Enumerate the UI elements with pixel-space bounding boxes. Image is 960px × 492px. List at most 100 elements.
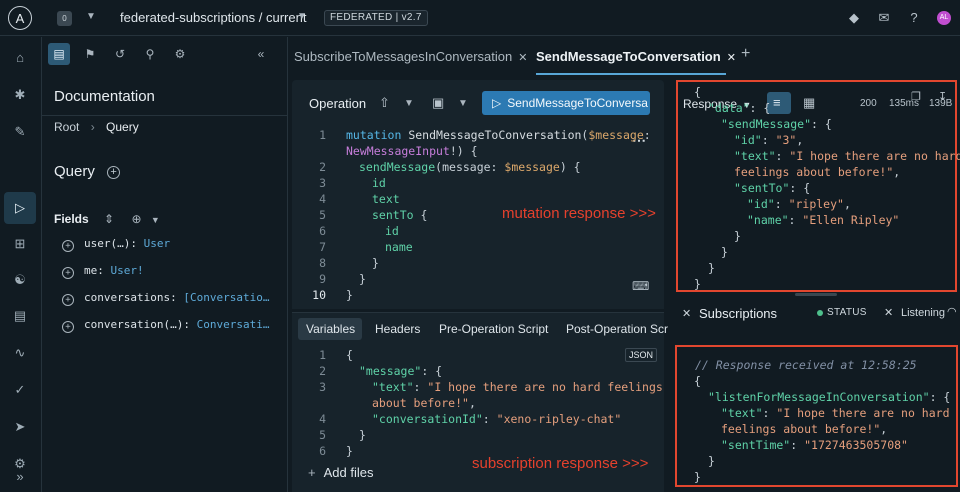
field-type[interactable]: User (144, 237, 171, 250)
close-icon[interactable]: ✕ (884, 306, 893, 319)
apollo-logo-icon[interactable]: A (8, 6, 32, 30)
add-field-icon[interactable]: + (62, 267, 74, 279)
history-icon[interactable]: ↺ (109, 43, 131, 65)
field-row[interactable]: + conversation(…): Conversati… (62, 318, 269, 333)
checks-icon[interactable]: ✓ (9, 379, 31, 401)
field-row[interactable]: + me: User! (62, 264, 144, 279)
add-circle-icon[interactable]: + (107, 166, 121, 179)
panel-resize-handle[interactable] (795, 293, 837, 296)
launches-icon[interactable]: ➤ (9, 416, 31, 438)
listening-label: Listening (901, 307, 946, 319)
breadcrumb-root[interactable]: Root (54, 120, 79, 134)
close-icon[interactable]: ✕ (727, 52, 736, 64)
chevron-down-icon[interactable]: ▼ (86, 11, 96, 22)
subscription-response-annotation: subscription response >>> (472, 455, 649, 472)
json-badge[interactable]: JSON (625, 348, 658, 362)
add-field-icon[interactable]: + (62, 321, 74, 333)
field-type[interactable]: Conversati… (197, 318, 270, 331)
add-files-button[interactable]: + Add files (308, 465, 373, 480)
tab-subscribe[interactable]: SubscribeToMessagesInConversation ✕ (294, 49, 527, 64)
tab-post-operation-script[interactable]: Post-Operation Scr (566, 322, 668, 336)
sort-icon[interactable]: ⇕ (104, 212, 114, 226)
code-line: feelings about before!", (721, 422, 888, 436)
type-title-text: Query (54, 163, 95, 180)
status-label: STATUS (827, 307, 867, 318)
plus-icon: + (308, 465, 316, 480)
code-line: 2 sendMessage(message: $message) { (319, 160, 581, 174)
add-field-icon[interactable]: + (62, 294, 74, 306)
chevron-down-icon[interactable]: ▼ (458, 98, 468, 109)
layers-icon[interactable]: ◆ (846, 10, 862, 26)
metrics-icon[interactable]: ∿ (9, 342, 31, 364)
field-row[interactable]: + conversations: [Conversatio… (62, 291, 269, 306)
close-icon[interactable]: ✕ (682, 307, 691, 320)
code-line: "listenForMessageInConversation": { (708, 390, 951, 404)
operation-editor[interactable]: Operation ⇧ ▼ ▣ ▼ ▷ SendMessageToConversa… (292, 80, 664, 309)
received-comment: // Response received at 12:58:25 (695, 358, 917, 372)
field-type[interactable]: User! (111, 264, 144, 277)
avatar[interactable]: AL (937, 11, 951, 25)
explorer-icon[interactable]: ▷ (9, 197, 31, 219)
field-type[interactable]: [Conversatio… (183, 291, 269, 304)
text-view-icon[interactable]: ≡ (773, 95, 781, 110)
docs-icon[interactable]: ✎ (9, 121, 31, 143)
docs-tab-icon[interactable]: ▤ (48, 43, 70, 65)
changelog-icon[interactable]: ⊞ (9, 233, 31, 255)
code-line: 5 sentTo { (319, 208, 428, 222)
status-code: 200 (860, 98, 877, 109)
fields-header: Fields ⇕ ⊕ ▼ (54, 212, 160, 226)
code-line: 1 mutation SendMessageToConversation($mes… (319, 128, 651, 142)
divider (42, 115, 288, 116)
tab-headers[interactable]: Headers (375, 322, 420, 336)
download-icon[interactable]: ↧ (938, 90, 947, 103)
org-badge[interactable]: 0 (57, 11, 72, 26)
insights-icon[interactable]: ▤ (9, 305, 31, 327)
code-line: 2 "message": { (319, 364, 443, 378)
code-line: } (708, 454, 715, 468)
mutation-response-annotation: mutation response >>> (502, 205, 656, 222)
save-icon[interactable]: ▣ (432, 95, 444, 111)
field-name: user(…): (84, 237, 144, 250)
run-operation-button[interactable]: ▷ SendMessageToConversa (482, 91, 650, 115)
expand-rail-icon[interactable]: » (9, 466, 31, 488)
add-field-icon[interactable]: + (62, 240, 74, 252)
tab-variables[interactable]: Variables (306, 322, 355, 336)
code-line: "text": "I hope there are no hard (734, 149, 960, 163)
add-files-label: Add files (323, 465, 374, 480)
active-tab-indicator (536, 73, 726, 75)
close-icon[interactable]: ✕ (518, 52, 527, 64)
play-icon: ▷ (492, 96, 502, 110)
table-view-icon[interactable]: ▦ (803, 95, 815, 111)
code-line: "sentTime": "1727463505708" (721, 438, 908, 452)
code-line: 6 id (319, 224, 399, 238)
tab-send-message[interactable]: SendMessageToConversation ✕ (536, 49, 736, 64)
schema-icon[interactable]: ✱ (9, 84, 31, 106)
home-icon[interactable]: ⌂ (9, 47, 31, 69)
copy-icon[interactable]: ❐ (911, 90, 921, 103)
gear-icon[interactable]: ⚙ (169, 43, 191, 65)
add-circle-icon[interactable]: ⊕ (131, 212, 141, 226)
clients-icon[interactable]: ☯ (9, 269, 31, 291)
announcement-icon[interactable]: ✉ (876, 10, 892, 26)
share-icon[interactable]: ⇧ (379, 95, 390, 111)
collapse-panel-icon[interactable]: « (250, 43, 272, 65)
graph-selector[interactable]: federated-subscriptions / current (120, 10, 306, 25)
prettify-icon[interactable]: ⌨ (632, 279, 649, 293)
code-line: 1{ (319, 348, 353, 362)
fields-title-text: Fields (54, 212, 89, 226)
bookmark-icon[interactable]: ⚑ (79, 43, 101, 65)
field-row[interactable]: + user(…): User (62, 237, 170, 252)
breadcrumb: Root › Query (54, 120, 139, 134)
code-line: 4 text (319, 192, 400, 206)
field-name: me: (84, 264, 111, 277)
tab-pre-operation-script[interactable]: Pre-Operation Script (439, 322, 548, 336)
chevron-down-icon[interactable]: ▼ (297, 11, 307, 22)
search-icon[interactable]: ⚲ (139, 43, 161, 65)
operation-tabs: SubscribeToMessagesInConversation ✕ SendM… (288, 37, 960, 75)
chevron-down-icon[interactable]: ▼ (151, 215, 160, 225)
chevron-right-icon: › (90, 120, 95, 134)
chevron-down-icon[interactable]: ▼ (404, 98, 414, 109)
type-title: Query + (54, 163, 121, 180)
help-icon[interactable]: ? (906, 10, 922, 26)
add-tab-icon[interactable]: + (741, 45, 750, 63)
